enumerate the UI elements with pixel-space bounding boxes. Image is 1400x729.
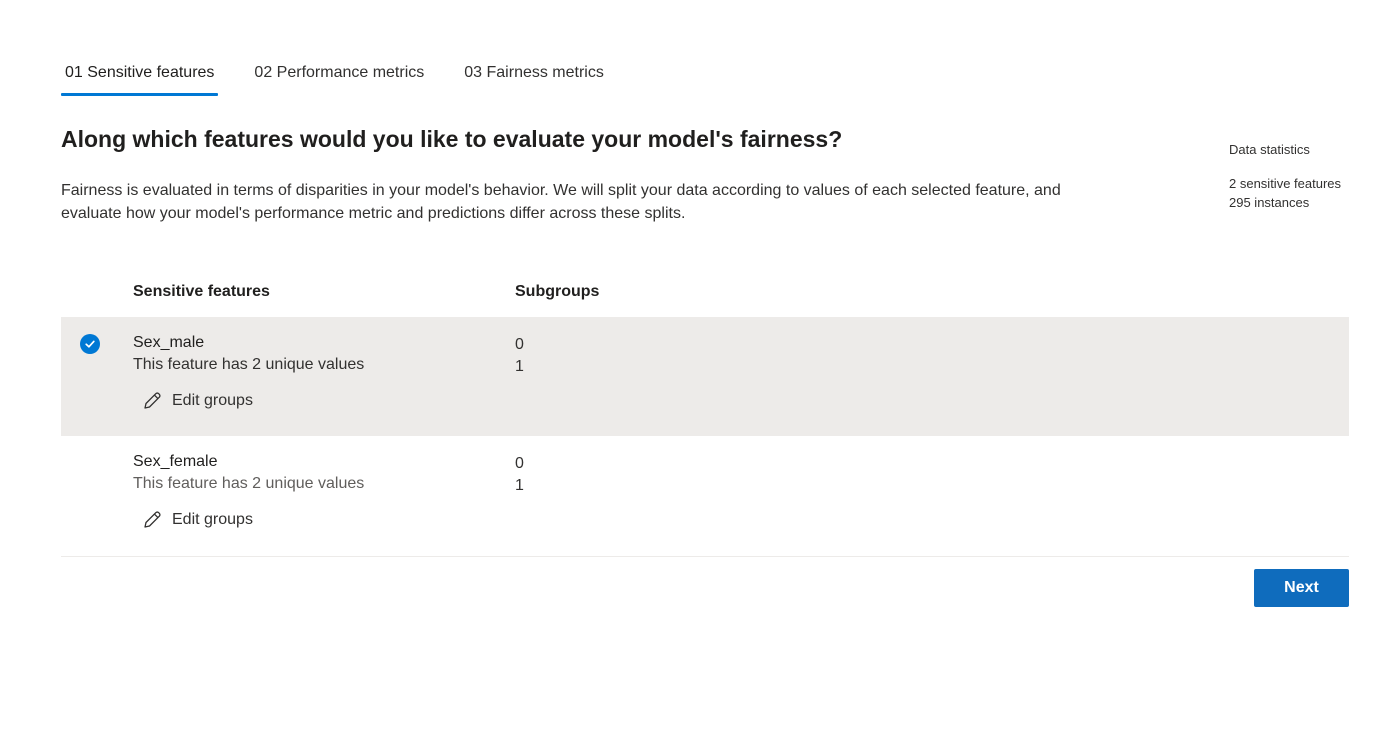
edit-groups-label: Edit groups (172, 511, 253, 528)
data-statistics-title: Data statistics (1229, 142, 1310, 157)
column-header-sensitive-features: Sensitive features (133, 283, 270, 300)
tab-sensitive-features[interactable]: 01 Sensitive features (61, 60, 219, 96)
table-row-sex-female[interactable]: Sex_female This feature has 2 unique val… (61, 436, 1349, 557)
subgroup-value: 1 (515, 477, 524, 494)
subgroup-value: 0 (515, 455, 524, 472)
subgroup-values: 0 1 (515, 453, 524, 497)
table-row-sex-male[interactable]: Sex_male This feature has 2 unique value… (61, 317, 1349, 436)
sensitive-features-table: Sensitive features Subgroups Sex_male Th… (61, 275, 1349, 557)
column-header-subgroups: Subgroups (515, 283, 600, 300)
edit-groups-button[interactable]: Edit groups (141, 506, 253, 534)
feature-description: This feature has 2 unique values (133, 475, 365, 492)
subgroup-value: 0 (515, 336, 524, 353)
pencil-icon (141, 509, 163, 531)
fairness-dashboard: 01 Sensitive features 02 Performance met… (0, 0, 1400, 729)
table-header: Sensitive features Subgroups (61, 275, 1349, 317)
sensitive-features-count: 2 sensitive features (1229, 176, 1342, 191)
next-button[interactable]: Next (1254, 569, 1349, 607)
edit-groups-button[interactable]: Edit groups (141, 387, 253, 415)
instances-count: 295 instances (1229, 195, 1310, 210)
subgroup-values: 0 1 (515, 334, 524, 378)
edit-groups-label: Edit groups (172, 392, 253, 409)
page-title: Along which features would you like to e… (61, 126, 843, 152)
pencil-icon (141, 390, 163, 412)
feature-description: This feature has 2 unique values (133, 356, 365, 373)
tab-performance-metrics[interactable]: 02 Performance metrics (250, 60, 428, 96)
tab-fairness-metrics[interactable]: 03 Fairness metrics (460, 60, 608, 96)
checkmark-circle-icon[interactable] (80, 334, 100, 354)
data-statistics: Data statistics 2 sensitive features 295… (1229, 142, 1341, 212)
feature-name: Sex_male (133, 334, 205, 351)
wizard-tabs: 01 Sensitive features 02 Performance met… (61, 60, 640, 96)
subgroup-value: 1 (515, 358, 524, 375)
page-description: Fairness is evaluated in terms of dispar… (61, 182, 1061, 222)
feature-name: Sex_female (133, 453, 218, 470)
